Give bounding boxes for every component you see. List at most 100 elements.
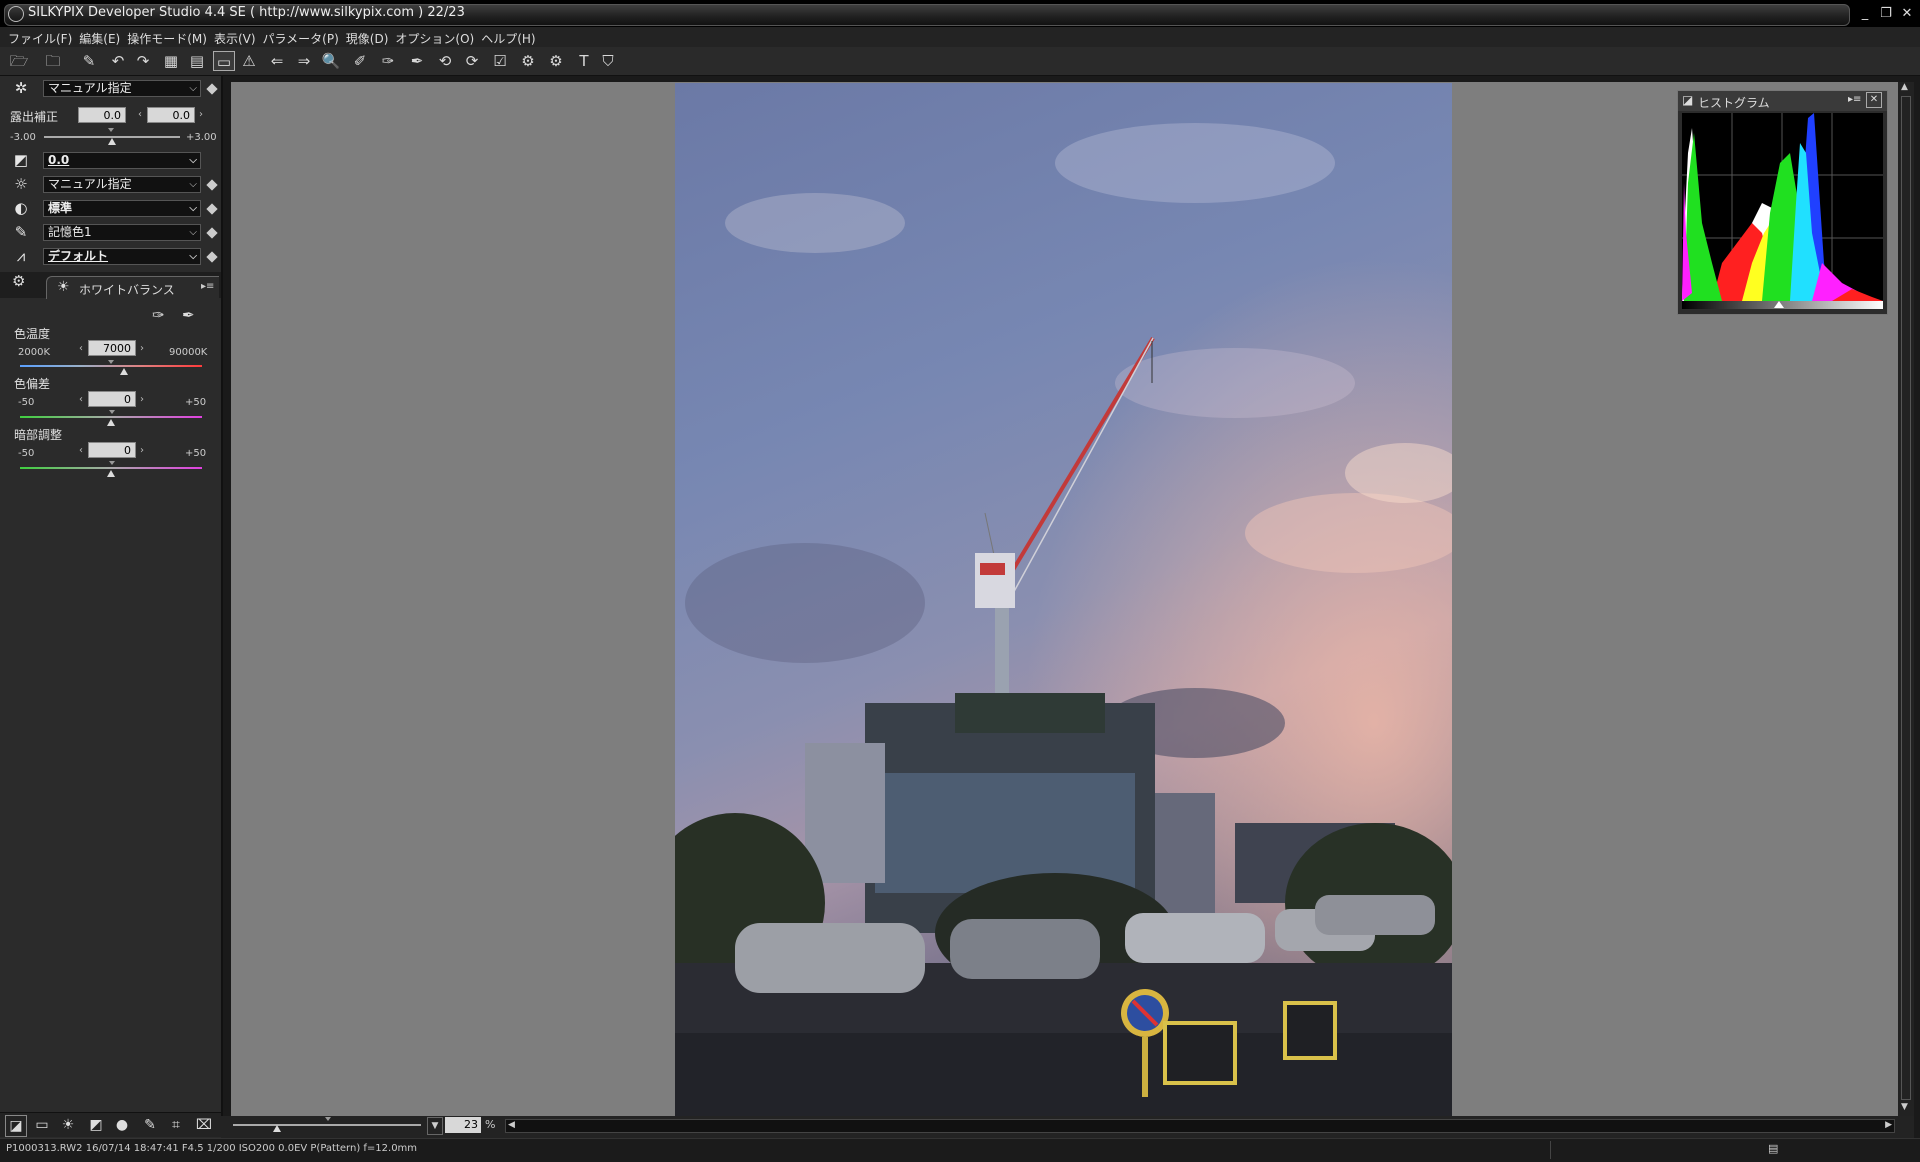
- color-pen-icon[interactable]: ✎: [10, 222, 32, 242]
- gray-picker-icon[interactable]: ✒: [406, 51, 428, 71]
- wb-tool-icon[interactable]: ☀: [58, 1115, 78, 1135]
- grid-view-icon[interactable]: ▦: [160, 51, 182, 71]
- scroll-left-arrow-icon[interactable]: ◀: [508, 1120, 515, 1130]
- contrast-dropdown[interactable]: 標準 ⌵: [43, 200, 201, 217]
- sharpness-icon[interactable]: ⩘: [10, 246, 32, 266]
- gear-icon[interactable]: ✲: [10, 78, 32, 98]
- exposure-input-1[interactable]: 0.0: [78, 107, 126, 123]
- menu-parameter[interactable]: パラメータ(P): [261, 27, 344, 47]
- dark-adjust-slider-track[interactable]: [20, 467, 202, 469]
- vertical-scrollbar[interactable]: ▲ ▼: [1898, 82, 1914, 1116]
- sharpness-dropdown[interactable]: デフォルト ⌵: [43, 248, 201, 265]
- restore-button[interactable]: ❐: [1876, 4, 1896, 24]
- close-button[interactable]: ✕: [1897, 4, 1917, 24]
- scroll-up-arrow-icon[interactable]: ▲: [1901, 82, 1908, 92]
- scroll-down-arrow-icon[interactable]: ▼: [1901, 1102, 1908, 1112]
- zoom-input[interactable]: 23: [445, 1117, 481, 1133]
- color-temp-slider-track[interactable]: [20, 365, 202, 367]
- eyedropper-fill-icon[interactable]: ✑: [377, 51, 399, 71]
- color-dropdown[interactable]: 記憶色1 ⌵: [43, 224, 201, 241]
- single-view-icon[interactable]: ▭: [213, 51, 235, 71]
- zoom-slider-track[interactable]: [233, 1124, 421, 1126]
- text-tool-icon[interactable]: T: [573, 51, 595, 71]
- menu-mode[interactable]: 操作モード(M): [125, 27, 212, 47]
- exposure-slider-thumb[interactable]: [108, 138, 116, 145]
- histogram-plot: [1682, 113, 1883, 301]
- color-preset-dropdown[interactable]: マニュアル指定 ⌵: [43, 176, 201, 193]
- menu-edit[interactable]: 編集(E): [77, 27, 125, 47]
- wb-picker-icon[interactable]: ✑: [152, 306, 165, 324]
- shield-icon[interactable]: ⛉: [597, 51, 619, 71]
- lens-correction-icon[interactable]: ⌗: [166, 1115, 186, 1135]
- histogram-menu-icon[interactable]: ▸≡: [1848, 94, 1861, 105]
- histogram-close-button[interactable]: ✕: [1866, 92, 1882, 108]
- tint-arrow-left[interactable]: ‹: [79, 394, 83, 405]
- prev-icon[interactable]: ⇐: [266, 51, 288, 71]
- rotate-right-icon[interactable]: ⟳: [461, 51, 483, 71]
- sharpness-diamond-icon[interactable]: [206, 251, 218, 263]
- color-preset-icon[interactable]: ☼: [10, 174, 32, 194]
- tint-input[interactable]: 0: [88, 391, 136, 407]
- minimize-button[interactable]: _: [1855, 4, 1875, 24]
- rotate-left-icon[interactable]: ⟲: [434, 51, 456, 71]
- tab-menu-icon[interactable]: ▸≡: [201, 281, 214, 292]
- tint-arrow-right[interactable]: ›: [140, 394, 144, 405]
- dark-adjust-slider-thumb[interactable]: [107, 470, 115, 477]
- scroll-right-arrow-icon[interactable]: ▶: [1885, 1120, 1892, 1130]
- menu-file[interactable]: ファイル(F): [6, 27, 77, 47]
- tint-slider-thumb[interactable]: [107, 419, 115, 426]
- color-temp-input[interactable]: 7000: [88, 340, 136, 356]
- histogram-header[interactable]: ◪ ヒストグラム ▸≡ ✕: [1678, 91, 1887, 111]
- menu-develop[interactable]: 現像(D): [344, 27, 394, 47]
- check-icon[interactable]: ☑: [489, 51, 511, 71]
- dark-adjust-arrow-right[interactable]: ›: [140, 445, 144, 456]
- wb-gray-picker-icon[interactable]: ✒: [182, 306, 195, 324]
- tone-dropdown[interactable]: 0.0 ⌵: [43, 152, 201, 169]
- histogram-marker[interactable]: [1774, 301, 1784, 308]
- eyedropper-icon[interactable]: ✐: [349, 51, 371, 71]
- zoom-icon[interactable]: 🔍: [320, 51, 342, 71]
- sharpness-tool-icon[interactable]: ✎: [140, 1115, 160, 1135]
- develop-all-icon[interactable]: ⚙: [545, 51, 567, 71]
- menu-option[interactable]: オプション(O): [393, 27, 479, 47]
- eraser-icon[interactable]: ✎: [78, 51, 100, 71]
- dark-adjust-input[interactable]: 0: [88, 442, 136, 458]
- tint-slider-track[interactable]: [20, 416, 202, 418]
- crop-icon[interactable]: ⌧: [194, 1115, 214, 1135]
- browse-folder-icon[interactable]: 🗀: [42, 51, 64, 71]
- color-preset-diamond-icon[interactable]: [206, 179, 218, 191]
- preset-diamond-icon[interactable]: [206, 83, 218, 95]
- color-temp-arrow-right[interactable]: ›: [140, 343, 144, 354]
- open-folder-icon[interactable]: 🗁: [8, 51, 30, 71]
- zoom-slider-thumb[interactable]: [273, 1125, 281, 1132]
- menu-help[interactable]: ヘルプ(H): [479, 27, 540, 47]
- tools-icon[interactable]: ⚙: [12, 272, 25, 290]
- contrast-icon[interactable]: ◐: [10, 198, 32, 218]
- menu-view[interactable]: 表示(V): [212, 27, 261, 47]
- app-icon[interactable]: [8, 6, 24, 22]
- dark-adjust-arrow-left[interactable]: ‹: [79, 445, 83, 456]
- tab-white-balance[interactable]: ☀ ホワイトバランス ▸≡: [46, 276, 219, 299]
- comment-icon[interactable]: ▭: [32, 1115, 52, 1135]
- tone-tool-icon[interactable]: ◩: [86, 1115, 106, 1135]
- exposure-input-2[interactable]: 0.0: [147, 107, 195, 123]
- undo-icon[interactable]: ↶: [107, 51, 129, 71]
- color-diamond-icon[interactable]: [206, 227, 218, 239]
- develop-icon[interactable]: ⚙: [517, 51, 539, 71]
- exposure-arrow-left[interactable]: ‹: [138, 109, 142, 120]
- contrast-diamond-icon[interactable]: [206, 203, 218, 215]
- horizontal-scrollbar[interactable]: ◀ ▶: [505, 1119, 1895, 1133]
- exposure-arrow-right[interactable]: ›: [199, 109, 203, 120]
- next-icon[interactable]: ⇒: [293, 51, 315, 71]
- warning-icon[interactable]: ⚠: [238, 51, 260, 71]
- histogram-tool-icon[interactable]: ◪: [5, 1115, 27, 1137]
- vertical-scroll-thumb[interactable]: [1901, 96, 1911, 1100]
- filmstrip-view-icon[interactable]: ▤: [186, 51, 208, 71]
- preset-dropdown[interactable]: マニュアル指定 ⌵: [43, 80, 201, 97]
- tone-curve-icon[interactable]: ◩: [10, 150, 32, 170]
- color-temp-arrow-left[interactable]: ‹: [79, 343, 83, 354]
- color-temp-slider-thumb[interactable]: [119, 368, 128, 375]
- zoom-dropdown-button[interactable]: ▼: [427, 1117, 443, 1135]
- redo-icon[interactable]: ↷: [132, 51, 154, 71]
- color-sphere-icon[interactable]: ●: [112, 1115, 132, 1135]
